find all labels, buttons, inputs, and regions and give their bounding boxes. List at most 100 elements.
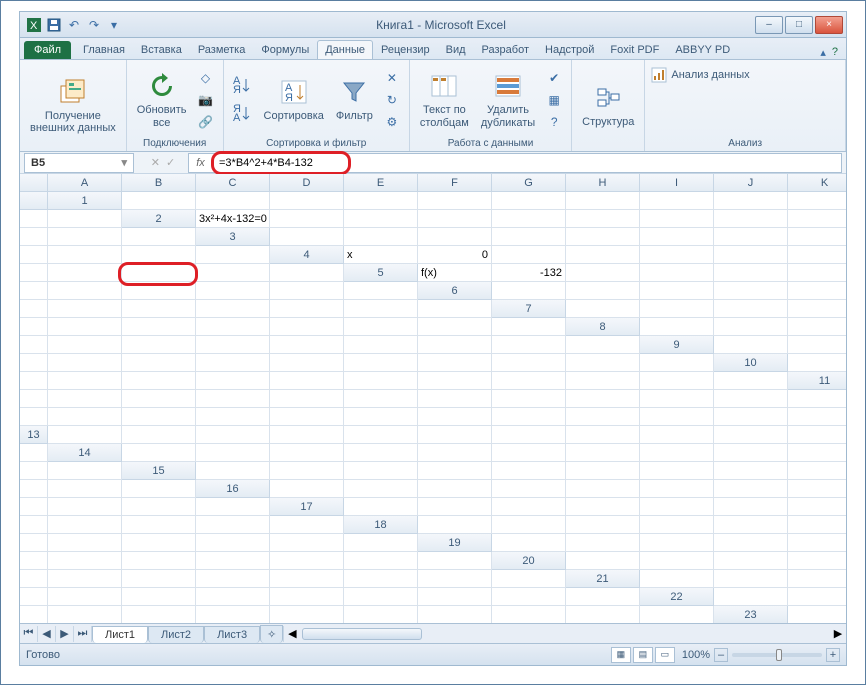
cell-D4[interactable]	[566, 246, 640, 264]
cell-D16[interactable]	[492, 480, 566, 498]
cell-J11[interactable]	[566, 390, 640, 408]
cell-B13[interactable]	[122, 426, 196, 444]
cell-K10[interactable]	[566, 372, 640, 390]
row-header-5[interactable]: 5	[344, 264, 418, 282]
cell-B21[interactable]	[714, 570, 788, 588]
cell-A23[interactable]	[788, 606, 846, 623]
formula-text[interactable]: =3*B4^2+4*B4-132	[213, 157, 319, 169]
view-layout-icon[interactable]: ▤	[633, 647, 653, 663]
cell-H14[interactable]	[640, 444, 714, 462]
cell-B3[interactable]	[344, 228, 418, 246]
cell-C20[interactable]	[714, 552, 788, 570]
cell-A16[interactable]	[270, 480, 344, 498]
cell-J10[interactable]	[492, 372, 566, 390]
cell-H20[interactable]	[122, 570, 196, 588]
cell-G15[interactable]	[640, 462, 714, 480]
cell-I19[interactable]	[122, 552, 196, 570]
redo-icon[interactable]: ↷	[86, 17, 102, 33]
cell-H6[interactable]	[48, 300, 122, 318]
cell-A10[interactable]	[788, 354, 846, 372]
cell-J9[interactable]	[418, 354, 492, 372]
cell-H11[interactable]	[418, 390, 492, 408]
cell-F11[interactable]	[270, 390, 344, 408]
cell-C17[interactable]	[492, 498, 566, 516]
cell-G8[interactable]	[122, 336, 196, 354]
cell-H2[interactable]	[714, 210, 788, 228]
cell-H1[interactable]	[640, 192, 714, 210]
cell-D7[interactable]	[788, 300, 846, 318]
cell-G2[interactable]	[640, 210, 714, 228]
cell-C16[interactable]	[418, 480, 492, 498]
cell-E5[interactable]	[714, 264, 788, 282]
cell-G9[interactable]	[196, 354, 270, 372]
cell-K20[interactable]	[344, 570, 418, 588]
reapply-icon[interactable]: ↻	[381, 90, 403, 110]
cell-H12[interactable]	[492, 408, 566, 426]
cell-K15[interactable]	[20, 480, 48, 498]
tab-insert[interactable]: Вставка	[133, 40, 190, 59]
cell-K6[interactable]	[270, 300, 344, 318]
col-header-F[interactable]: F	[418, 174, 492, 192]
row-header-17[interactable]: 17	[270, 498, 344, 516]
cell-F8[interactable]	[48, 336, 122, 354]
minimize-button[interactable]: –	[755, 16, 783, 34]
cell-E1[interactable]	[418, 192, 492, 210]
cell-J22[interactable]	[418, 606, 492, 623]
cell-G11[interactable]	[344, 390, 418, 408]
cell-J16[interactable]	[20, 498, 48, 516]
cell-I22[interactable]	[344, 606, 418, 623]
cell-G14[interactable]	[566, 444, 640, 462]
cell-L18[interactable]	[270, 534, 344, 552]
cell-A8[interactable]	[640, 318, 714, 336]
horizontal-scrollbar[interactable]: ◀ ▶	[283, 626, 846, 642]
col-header-A[interactable]: A	[48, 174, 122, 192]
row-header-20[interactable]: 20	[492, 552, 566, 570]
cell-J6[interactable]	[196, 300, 270, 318]
cell-I21[interactable]	[270, 588, 344, 606]
cell-C14[interactable]	[270, 444, 344, 462]
cell-L16[interactable]	[122, 498, 196, 516]
tab-foxit[interactable]: Foxit PDF	[602, 40, 667, 59]
cell-E4[interactable]	[640, 246, 714, 264]
cell-J4[interactable]	[48, 264, 122, 282]
cell-A3[interactable]	[270, 228, 344, 246]
cell-J7[interactable]	[270, 318, 344, 336]
cell-G1[interactable]	[566, 192, 640, 210]
zoom-out-button[interactable]: –	[714, 648, 728, 662]
view-pagebreak-icon[interactable]: ▭	[655, 647, 675, 663]
cell-D6[interactable]	[714, 282, 788, 300]
cell-B8[interactable]	[714, 318, 788, 336]
col-header-C[interactable]: C	[196, 174, 270, 192]
cell-I12[interactable]	[566, 408, 640, 426]
cell-D10[interactable]	[48, 372, 122, 390]
cell-A4[interactable]: x	[344, 246, 418, 264]
cell-A5[interactable]: f(x)	[418, 264, 492, 282]
cell-J14[interactable]	[788, 444, 846, 462]
cell-A9[interactable]	[714, 336, 788, 354]
cell-H13[interactable]	[566, 426, 640, 444]
cell-J19[interactable]	[196, 552, 270, 570]
cell-H10[interactable]	[344, 372, 418, 390]
cell-C8[interactable]	[788, 318, 846, 336]
cell-A15[interactable]	[196, 462, 270, 480]
row-header-1[interactable]: 1	[48, 192, 122, 210]
tab-view[interactable]: Вид	[438, 40, 474, 59]
file-tab[interactable]: Файл	[24, 41, 71, 59]
col-header-H[interactable]: H	[566, 174, 640, 192]
cell-A19[interactable]	[492, 534, 566, 552]
data-analysis-button[interactable]: Анализ данных	[651, 67, 749, 83]
cell-E3[interactable]	[566, 228, 640, 246]
cell-D15[interactable]	[418, 462, 492, 480]
row-header-9[interactable]: 9	[640, 336, 714, 354]
outline-button[interactable]: Структура	[578, 80, 638, 130]
row-header-19[interactable]: 19	[418, 534, 492, 552]
view-normal-icon[interactable]: ▦	[611, 647, 631, 663]
cell-E21[interactable]	[20, 588, 48, 606]
cell-L4[interactable]	[196, 264, 270, 282]
cell-L6[interactable]	[344, 300, 418, 318]
cell-J17[interactable]	[48, 516, 122, 534]
cell-I20[interactable]	[196, 570, 270, 588]
cell-D3[interactable]	[492, 228, 566, 246]
cell-C19[interactable]	[640, 534, 714, 552]
cell-F18[interactable]	[788, 516, 846, 534]
